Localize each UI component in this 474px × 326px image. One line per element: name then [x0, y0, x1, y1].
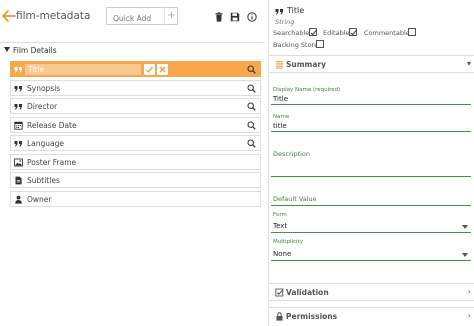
search-icon[interactable] [247, 102, 256, 111]
section-header-film-details[interactable]: Film Details [0, 42, 265, 58]
save-icon[interactable] [230, 12, 240, 22]
field-name: Director [27, 102, 58, 111]
close-icon [159, 66, 166, 73]
form-select[interactable]: Text [273, 222, 287, 230]
editable-label: Editable [323, 29, 350, 37]
name-underline [271, 131, 471, 132]
backing-store-label: Backing Store [273, 41, 319, 49]
field-name: Subtitles [27, 176, 60, 185]
description-field[interactable]: Description [273, 150, 310, 158]
name-label: Name [273, 114, 290, 120]
field-name: Language [27, 139, 65, 148]
field-name: Release Date [27, 121, 77, 130]
page-title: film-metadata [16, 10, 91, 22]
chevron-down-icon[interactable]: ▾ [467, 59, 471, 68]
search-icon[interactable] [247, 121, 256, 130]
commentable-checkbox[interactable] [408, 28, 416, 36]
image-icon [14, 158, 23, 167]
quick-add-button[interactable]: + [164, 7, 178, 25]
section-label: Film Details [13, 46, 57, 55]
detail-type: String [275, 18, 295, 26]
description-underline [271, 176, 471, 177]
quote-icon [14, 67, 22, 73]
permissions-label: Permissions [286, 312, 338, 321]
multiplicity-underline [271, 260, 471, 261]
list-icon [276, 61, 283, 69]
searchable-label: Searchable [273, 29, 310, 37]
check-square-icon [275, 288, 284, 297]
back-arrow-icon[interactable] [1, 8, 17, 24]
summary-section-header[interactable]: Summary ▾ [269, 55, 474, 73]
chevron-down-icon[interactable] [462, 253, 468, 257]
field-row-release-date[interactable]: Release Date [10, 117, 261, 133]
form-label: Form [273, 212, 287, 218]
name-field[interactable]: title [273, 122, 287, 130]
validation-section-header[interactable]: Validation › [269, 283, 474, 301]
field-name: Synopsis [27, 84, 61, 93]
multiplicity-label: Multiplicity [273, 239, 303, 245]
field-row-subtitles[interactable]: Subtitles [10, 172, 261, 188]
display-name-underline [271, 104, 471, 105]
field-name: Owner [27, 195, 52, 204]
permissions-section-header[interactable]: Permissions › [269, 307, 474, 325]
info-icon[interactable] [247, 12, 257, 22]
chevron-down-icon[interactable] [462, 225, 468, 229]
multiplicity-select[interactable]: None [273, 250, 291, 258]
quote-icon [275, 9, 283, 15]
field-name-input[interactable]: Title [25, 64, 141, 75]
chevron-right-icon[interactable]: › [468, 287, 471, 296]
confirm-button[interactable] [144, 64, 155, 75]
field-row-poster-frame[interactable]: Poster Frame [10, 154, 261, 170]
chevron-right-icon[interactable]: › [468, 311, 471, 320]
field-row-owner[interactable]: Owner [10, 191, 261, 207]
field-row-director[interactable]: Director [10, 98, 261, 114]
validation-label: Validation [286, 288, 329, 297]
default-value-field[interactable]: Default Value [273, 195, 317, 203]
file-icon [15, 176, 22, 185]
lock-icon [276, 312, 283, 321]
quote-icon [14, 86, 22, 92]
field-list-pane: film-metadata + Film Details Title Syno [0, 0, 265, 326]
summary-label: Summary [286, 60, 327, 69]
search-icon[interactable] [247, 84, 256, 93]
display-name-label: Display Name (required) [273, 87, 341, 93]
search-icon[interactable] [247, 139, 256, 148]
quote-icon [14, 104, 22, 110]
backing-store-checkbox[interactable] [316, 40, 324, 48]
field-row-synopsis[interactable]: Synopsis [10, 80, 261, 96]
cancel-button[interactable] [157, 64, 168, 75]
display-name-field[interactable]: Title [273, 95, 288, 103]
user-icon [15, 195, 22, 204]
toolbar: film-metadata + [0, 0, 265, 34]
searchable-checkbox[interactable] [309, 28, 317, 36]
detail-title: Title [287, 6, 305, 15]
caret-down-icon[interactable] [4, 47, 10, 52]
field-detail-pane: Title String Searchable Editable Comment… [268, 0, 474, 326]
calendar-icon [14, 121, 23, 130]
check-icon [145, 66, 154, 73]
field-row-title[interactable]: Title [10, 61, 261, 77]
default-value-underline [271, 205, 471, 206]
editable-checkbox[interactable] [349, 28, 357, 36]
field-name: Poster Frame [27, 158, 77, 167]
form-underline [271, 232, 471, 233]
commentable-label: Commentable [364, 29, 410, 37]
quote-icon [14, 141, 22, 147]
trash-icon[interactable] [214, 12, 224, 22]
search-icon[interactable] [247, 65, 256, 74]
field-row-language[interactable]: Language [10, 135, 261, 151]
